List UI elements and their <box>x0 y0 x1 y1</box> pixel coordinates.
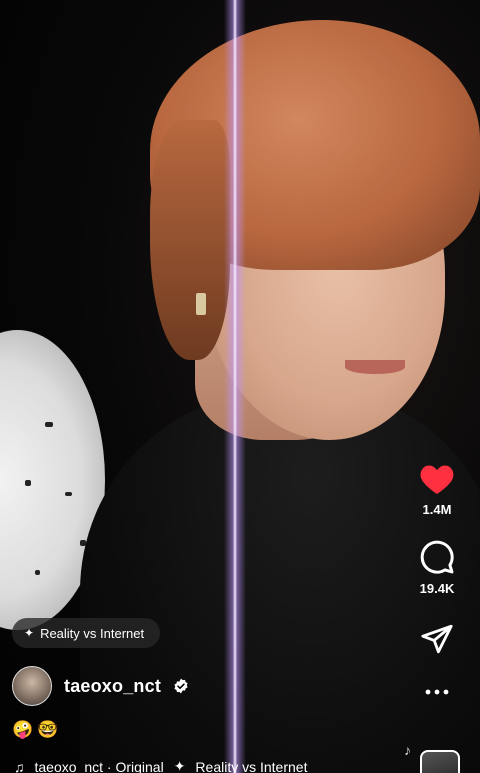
earring <box>196 293 206 315</box>
heart-icon <box>420 465 454 494</box>
mouth <box>345 360 405 374</box>
more-options-button[interactable] <box>425 688 449 696</box>
sparkles-icon: ✦ <box>24 626 35 640</box>
hair-side <box>150 120 230 360</box>
action-rail: 1.4M 19.4K <box>412 462 462 696</box>
like-button[interactable]: 1.4M <box>419 462 455 517</box>
more-icon <box>425 689 449 695</box>
send-icon <box>421 624 453 654</box>
music-note-icon: ♪ <box>404 742 411 758</box>
comment-count: 19.4K <box>419 581 455 596</box>
audio-label: taeoxo_nct · Original <box>34 758 164 773</box>
effect-chip[interactable]: ✦ Reality vs Internet <box>12 618 161 648</box>
author-row: taeoxo_nct <box>12 666 189 706</box>
audio-row[interactable]: ♫ taeoxo_nct · Original ✦ Reality vs Int… <box>14 758 307 773</box>
music-note-icon: ♫ <box>14 758 25 773</box>
username[interactable]: taeoxo_nct <box>64 676 161 697</box>
caption[interactable]: 🤪🤓 <box>12 720 62 740</box>
verified-badge-icon <box>174 678 188 694</box>
sparkles-icon: ✦ <box>173 758 186 773</box>
reel-video[interactable] <box>0 0 480 773</box>
comment-button[interactable]: 19.4K <box>419 539 455 596</box>
audio-effect-label: Reality vs Internet <box>195 758 308 773</box>
avatar[interactable] <box>12 666 52 706</box>
share-button[interactable] <box>420 622 454 656</box>
reel-viewer: ✦ Reality vs Internet taeoxo_nct 🤪🤓 ♫ ta… <box>0 0 480 773</box>
like-count: 1.4M <box>422 502 452 517</box>
comment-icon <box>420 540 454 574</box>
audio-thumbnail[interactable] <box>420 750 460 773</box>
effect-label: Reality vs Internet <box>40 625 145 641</box>
light-beam-divider <box>224 0 246 773</box>
